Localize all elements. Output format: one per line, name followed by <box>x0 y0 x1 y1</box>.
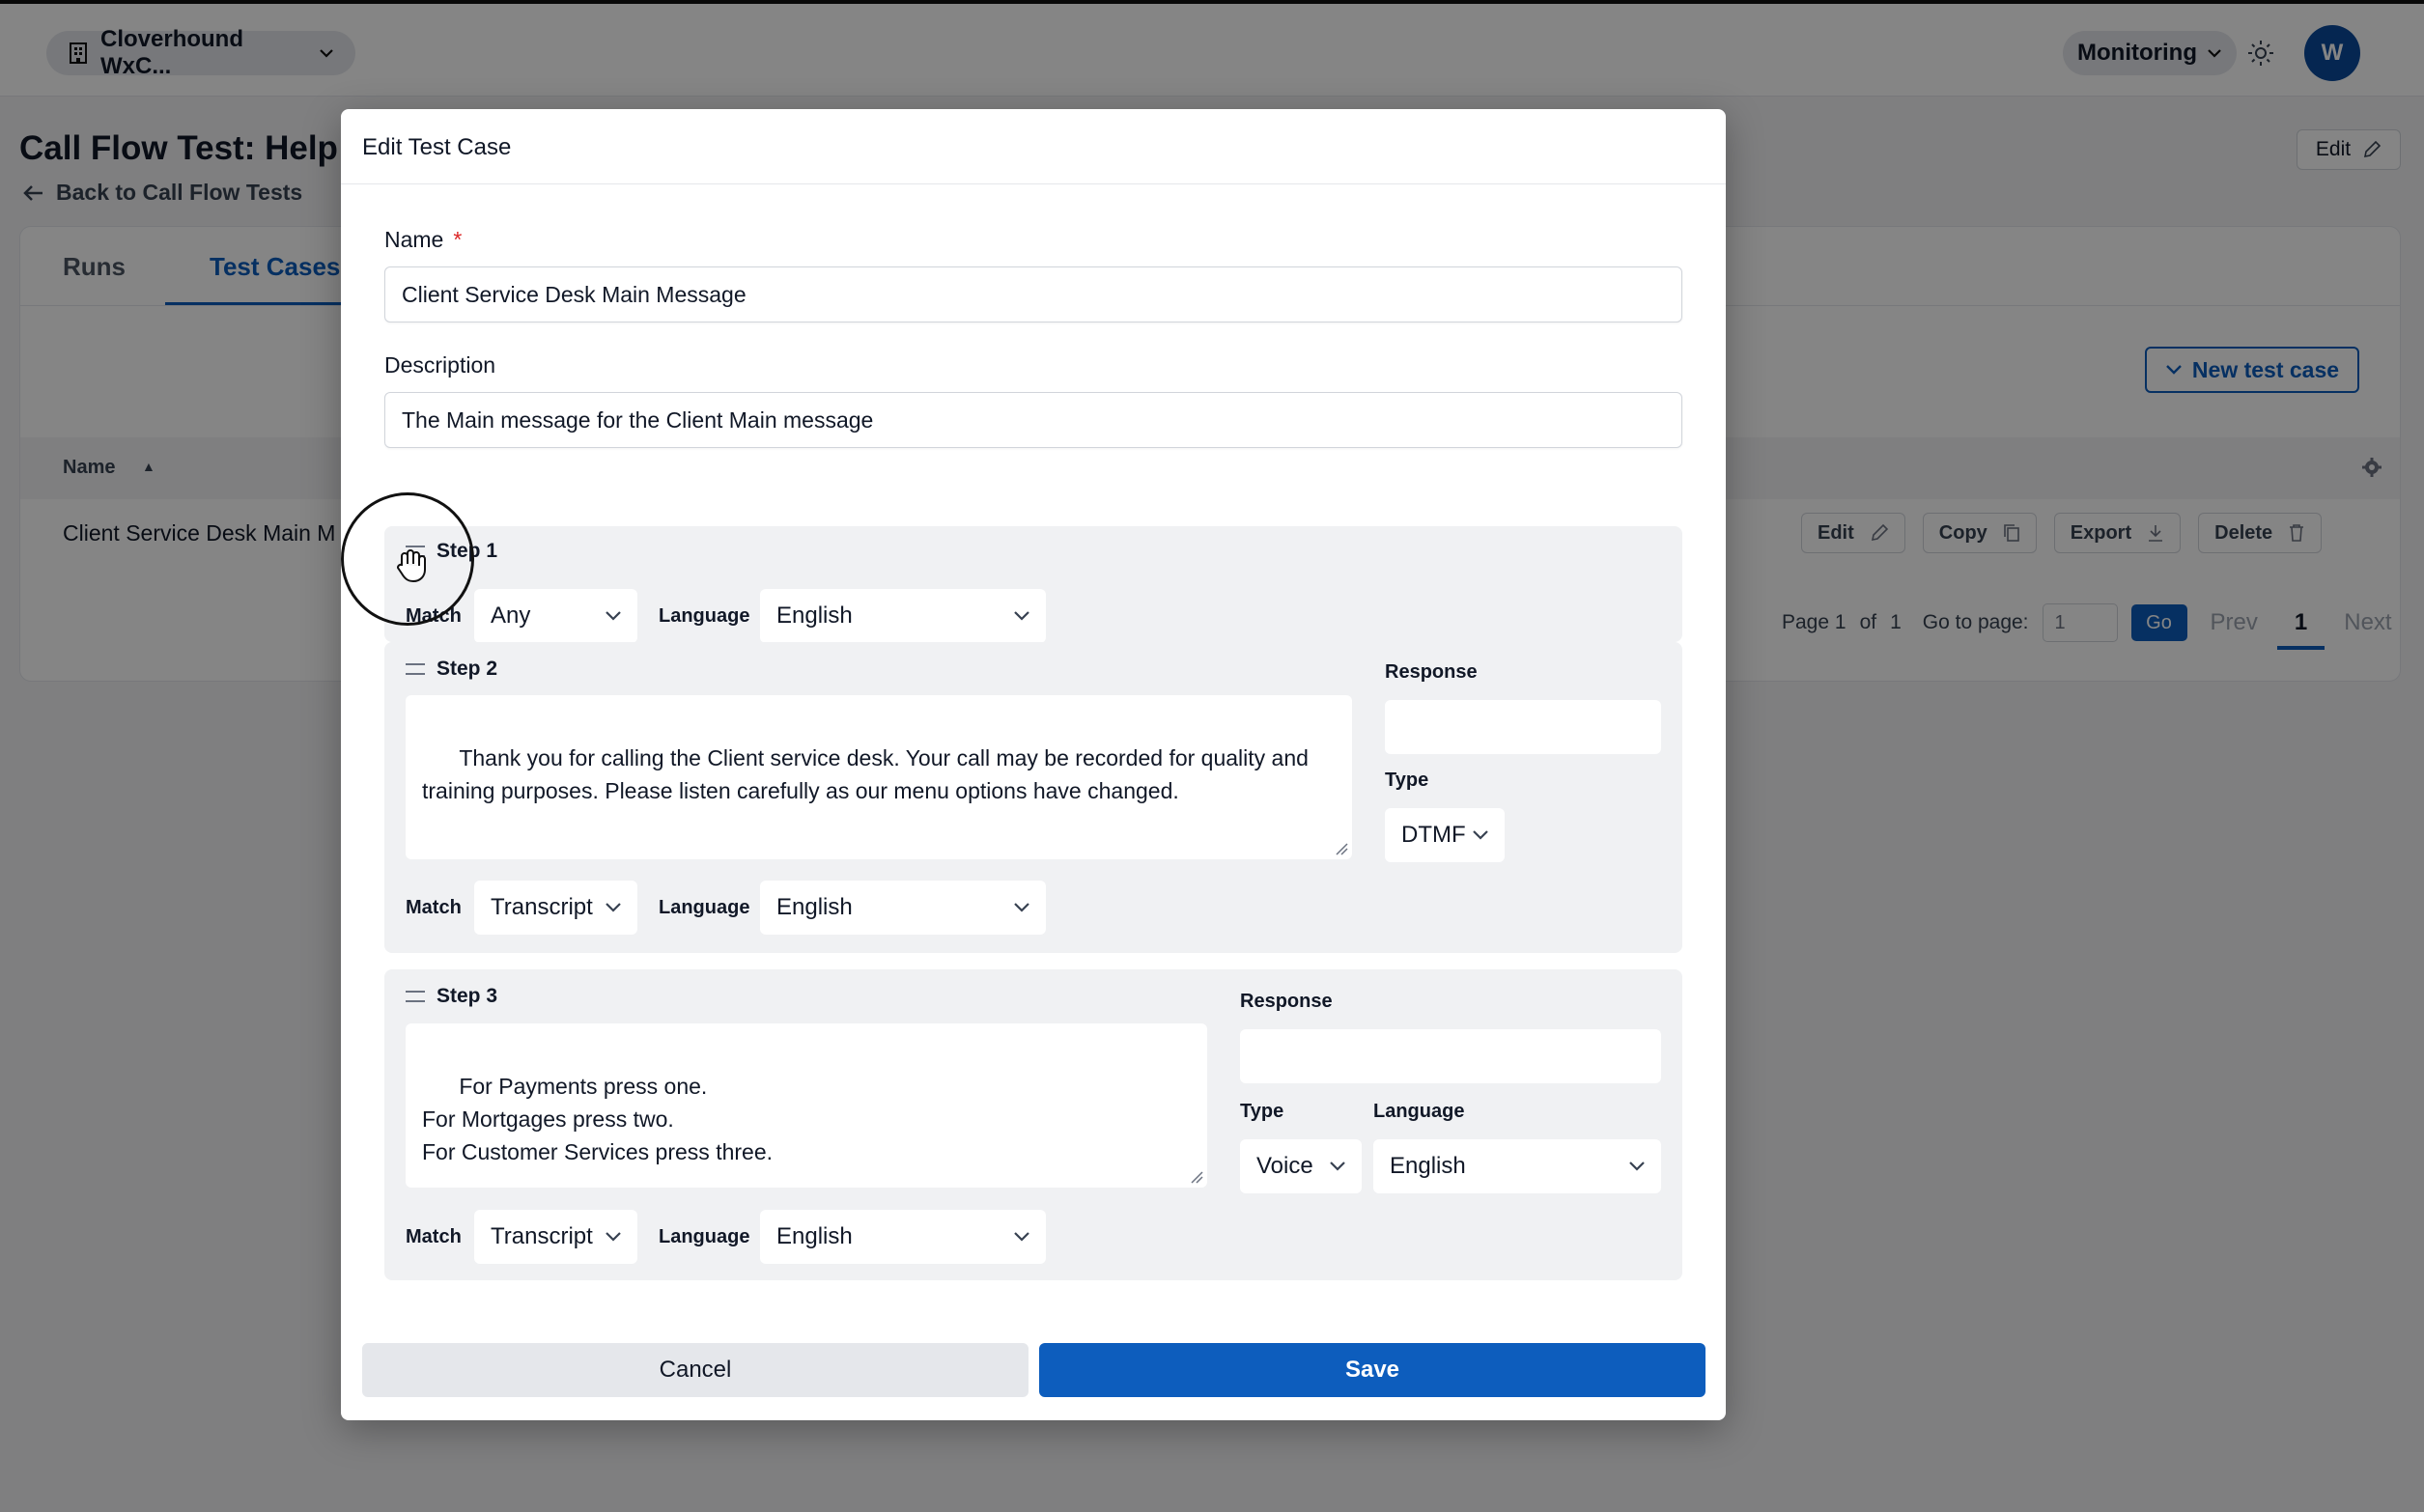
step-2-match-select[interactable]: Transcript <box>474 881 637 935</box>
drag-handle-icon[interactable] <box>406 663 425 675</box>
step-1-card: Step 1 Match Any Language English <box>384 526 1682 643</box>
step-3-response-input[interactable] <box>1240 1029 1661 1083</box>
step-2-response-input[interactable] <box>1385 700 1661 754</box>
step-3-language-label: Language <box>659 1226 750 1247</box>
step-3-match-select[interactable]: Transcript <box>474 1210 637 1264</box>
cancel-button[interactable]: Cancel <box>362 1343 1029 1397</box>
step-3-title: Step 3 <box>437 985 498 1007</box>
name-field[interactable]: Client Service Desk Main Message <box>384 266 1682 322</box>
step-3-match-value: Transcript <box>491 1223 593 1249</box>
step-2-type-value: DTMF <box>1401 822 1466 848</box>
step-3-language-value: English <box>776 1223 853 1249</box>
step-3-response-language-label: Language <box>1373 1101 1465 1122</box>
chevron-down-icon <box>606 903 621 912</box>
step-3-response-language-value: English <box>1390 1153 1466 1179</box>
step-1-language-label: Language <box>659 605 750 627</box>
chevron-down-icon <box>606 611 621 621</box>
chevron-down-icon <box>1330 1162 1345 1171</box>
step-3-response-language-select[interactable]: English <box>1373 1139 1661 1193</box>
step-3-text-value: For Payments press one. For Mortgages pr… <box>422 1074 774 1164</box>
step-2-text-value: Thank you for calling the Client service… <box>422 745 1315 803</box>
step-3-match-label: Match <box>406 1226 462 1247</box>
step-3-type-label: Type <box>1240 1101 1284 1122</box>
step-2-language-label: Language <box>659 897 750 918</box>
edit-test-case-modal: Edit Test Case Name * Client Service Desk… <box>341 109 1726 1420</box>
step-2-card: Step 2 Thank you for calling the Client … <box>384 642 1682 953</box>
step-2-language-select[interactable]: English <box>760 881 1046 935</box>
save-button[interactable]: Save <box>1039 1343 1705 1397</box>
chevron-down-icon <box>1014 903 1029 912</box>
chevron-down-icon <box>1473 830 1488 840</box>
step-2-match-label: Match <box>406 897 462 918</box>
resize-handle-icon[interactable] <box>1190 1170 1203 1184</box>
description-field[interactable]: The Main message for the Client Main mes… <box>384 392 1682 448</box>
required-mark: * <box>453 227 463 252</box>
step-2-title: Step 2 <box>437 658 498 680</box>
step-2-header: Step 2 <box>406 658 497 681</box>
step-3-header: Step 3 <box>406 985 497 1008</box>
step-2-language-value: English <box>776 894 853 920</box>
grab-hand-icon <box>397 549 426 583</box>
step-2-match-value: Transcript <box>491 894 593 920</box>
step-3-text[interactable]: For Payments press one. For Mortgages pr… <box>406 1023 1207 1188</box>
step-1-match-value: Any <box>491 602 531 629</box>
step-3-type-select[interactable]: Voice <box>1240 1139 1362 1193</box>
name-label-text: Name <box>384 227 444 252</box>
chevron-down-icon <box>606 1232 621 1242</box>
step-1-language-select[interactable]: English <box>760 589 1046 643</box>
chevron-down-icon <box>1014 1232 1029 1242</box>
drag-handle-icon[interactable] <box>406 991 425 1002</box>
chevron-down-icon <box>1014 611 1029 621</box>
description-label: Description <box>384 352 496 378</box>
step-1-language-value: English <box>776 602 853 629</box>
step-2-type-label: Type <box>1385 770 1429 791</box>
resize-handle-icon[interactable] <box>1335 842 1348 855</box>
step-3-language-select[interactable]: English <box>760 1210 1046 1264</box>
step-3-type-value: Voice <box>1256 1153 1313 1179</box>
step-2-type-select[interactable]: DTMF <box>1385 808 1505 862</box>
chevron-down-icon <box>1629 1162 1645 1171</box>
modal-title: Edit Test Case <box>362 134 512 160</box>
modal-header: Edit Test Case <box>341 109 1726 184</box>
step-3-card: Step 3 For Payments press one. For Mortg… <box>384 969 1682 1280</box>
step-2-response-label: Response <box>1385 661 1478 683</box>
step-3-response-label: Response <box>1240 991 1333 1012</box>
step-1-match-select[interactable]: Any <box>474 589 637 643</box>
step-2-text[interactable]: Thank you for calling the Client service… <box>406 695 1352 859</box>
name-label: Name * <box>384 227 462 253</box>
